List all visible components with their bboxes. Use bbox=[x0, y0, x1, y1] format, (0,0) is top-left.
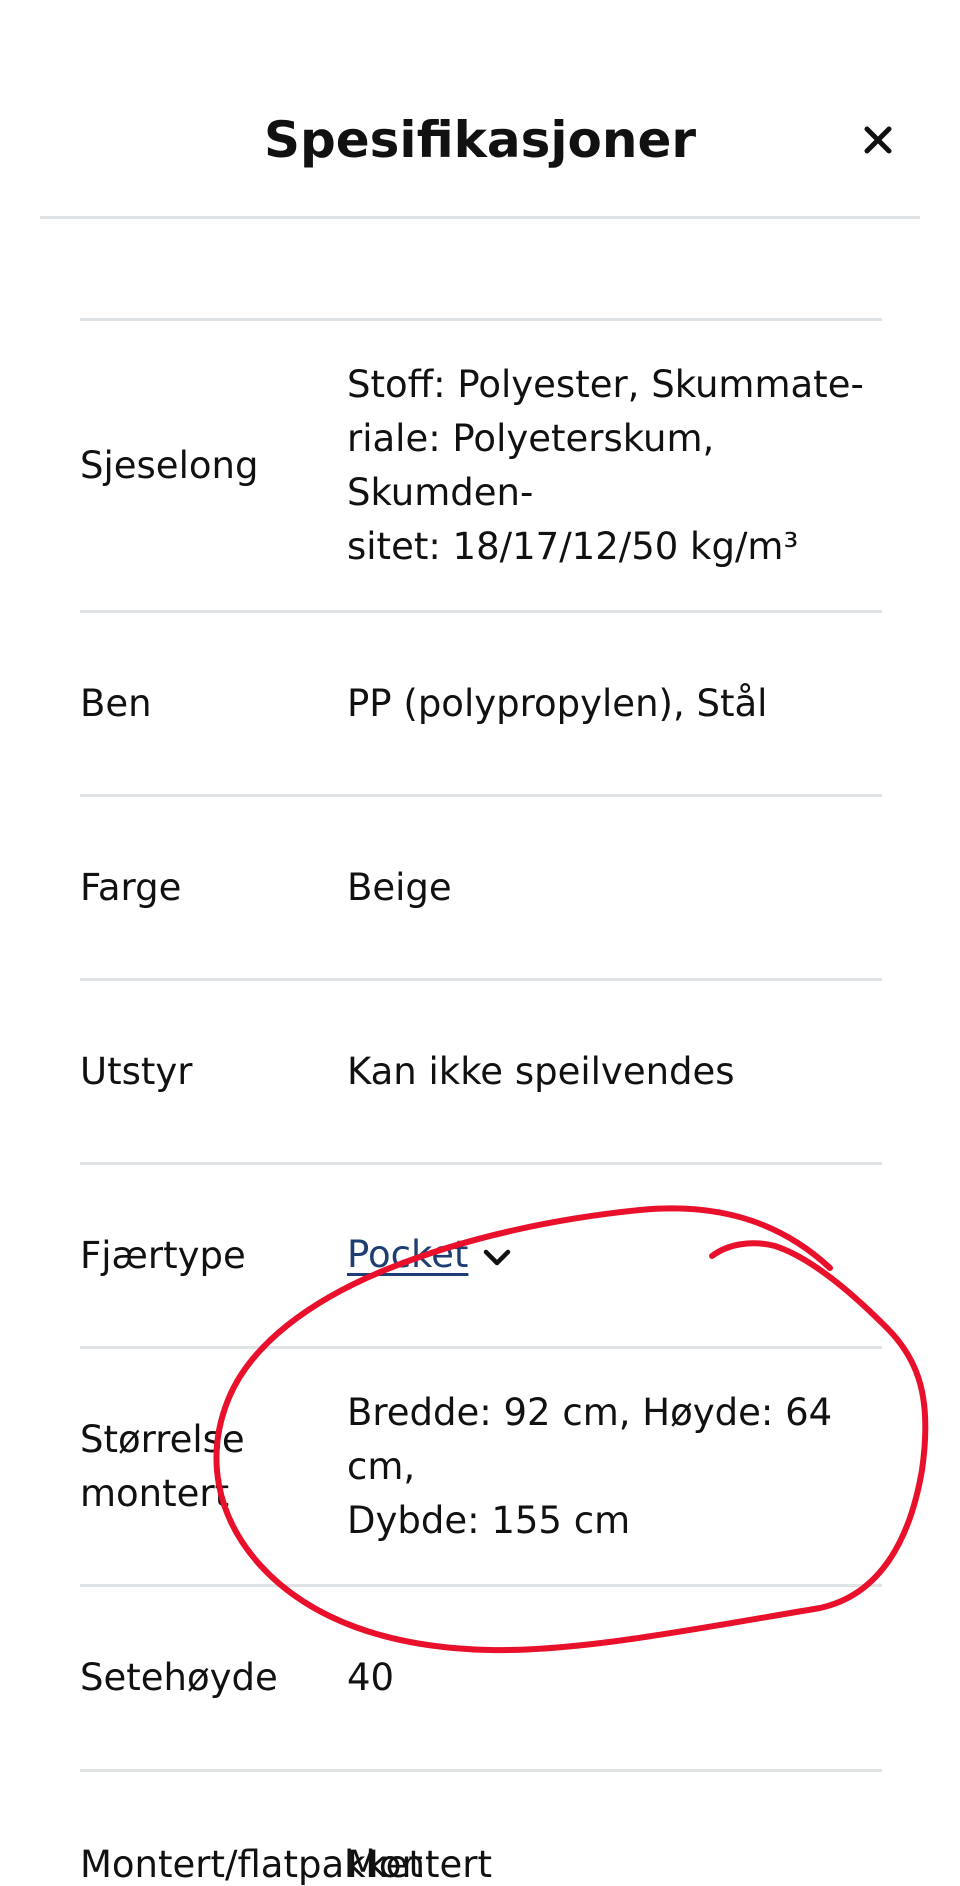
spec-row-ben: Ben PP (polypropylen), Stål bbox=[80, 613, 882, 797]
spring-type-toggle[interactable]: Pocket bbox=[347, 1228, 882, 1284]
spec-row-montert-flatpakket: Montert/flatpakket Montert bbox=[80, 1772, 882, 1886]
specifications-panel: Spesifikasjoner Sjeselong Stoff: Polyest… bbox=[0, 0, 960, 1886]
panel-header: Spesifikasjoner bbox=[40, 0, 920, 219]
spec-row-fjaertype: Fjærtype Pocket bbox=[80, 1165, 882, 1349]
spec-value: PP (polypropylen), Stål bbox=[347, 681, 768, 725]
spec-row-storrelse-montert: Størrelse montert Bredde: 92 cm, Høyde: … bbox=[80, 1349, 882, 1587]
spec-label: Fjærtype bbox=[80, 1233, 246, 1277]
spec-value: Montert bbox=[347, 1842, 493, 1886]
spec-row-sjeselong: Sjeselong Stoff: Polyester, Skummate- ri… bbox=[80, 321, 882, 613]
spec-label: Størrelse montert bbox=[80, 1417, 245, 1515]
spec-label: Montert/flatpakket bbox=[80, 1842, 423, 1886]
spec-row-farge: Farge Beige bbox=[80, 797, 882, 981]
spec-value: Stoff: Polyester, Skummate- riale: Polye… bbox=[347, 362, 864, 568]
close-icon bbox=[864, 126, 892, 154]
spec-label: Setehøyde bbox=[80, 1656, 278, 1699]
close-button[interactable] bbox=[850, 112, 906, 168]
chevron-down-icon[interactable] bbox=[482, 1229, 512, 1283]
spec-label: Farge bbox=[80, 865, 182, 909]
spec-list: Sjeselong Stoff: Polyester, Skummate- ri… bbox=[80, 318, 882, 1886]
spec-value: 40 bbox=[347, 1656, 395, 1699]
spec-label: Ben bbox=[80, 681, 152, 725]
spec-label: Utstyr bbox=[80, 1049, 193, 1093]
spring-type-link[interactable]: Pocket bbox=[347, 1233, 468, 1276]
spec-row-utstyr: Utstyr Kan ikke speilvendes bbox=[80, 981, 882, 1165]
spec-label: Sjeselong bbox=[80, 443, 259, 487]
page-title: Spesifikasjoner bbox=[263, 111, 697, 169]
spec-row-setehoyde: Setehøyde 40 bbox=[80, 1587, 882, 1772]
spec-value: Kan ikke speilvendes bbox=[347, 1049, 735, 1093]
spec-value: Beige bbox=[347, 865, 452, 909]
spec-value: Bredde: 92 cm, Høyde: 64 cm, Dybde: 155 … bbox=[347, 1390, 833, 1542]
